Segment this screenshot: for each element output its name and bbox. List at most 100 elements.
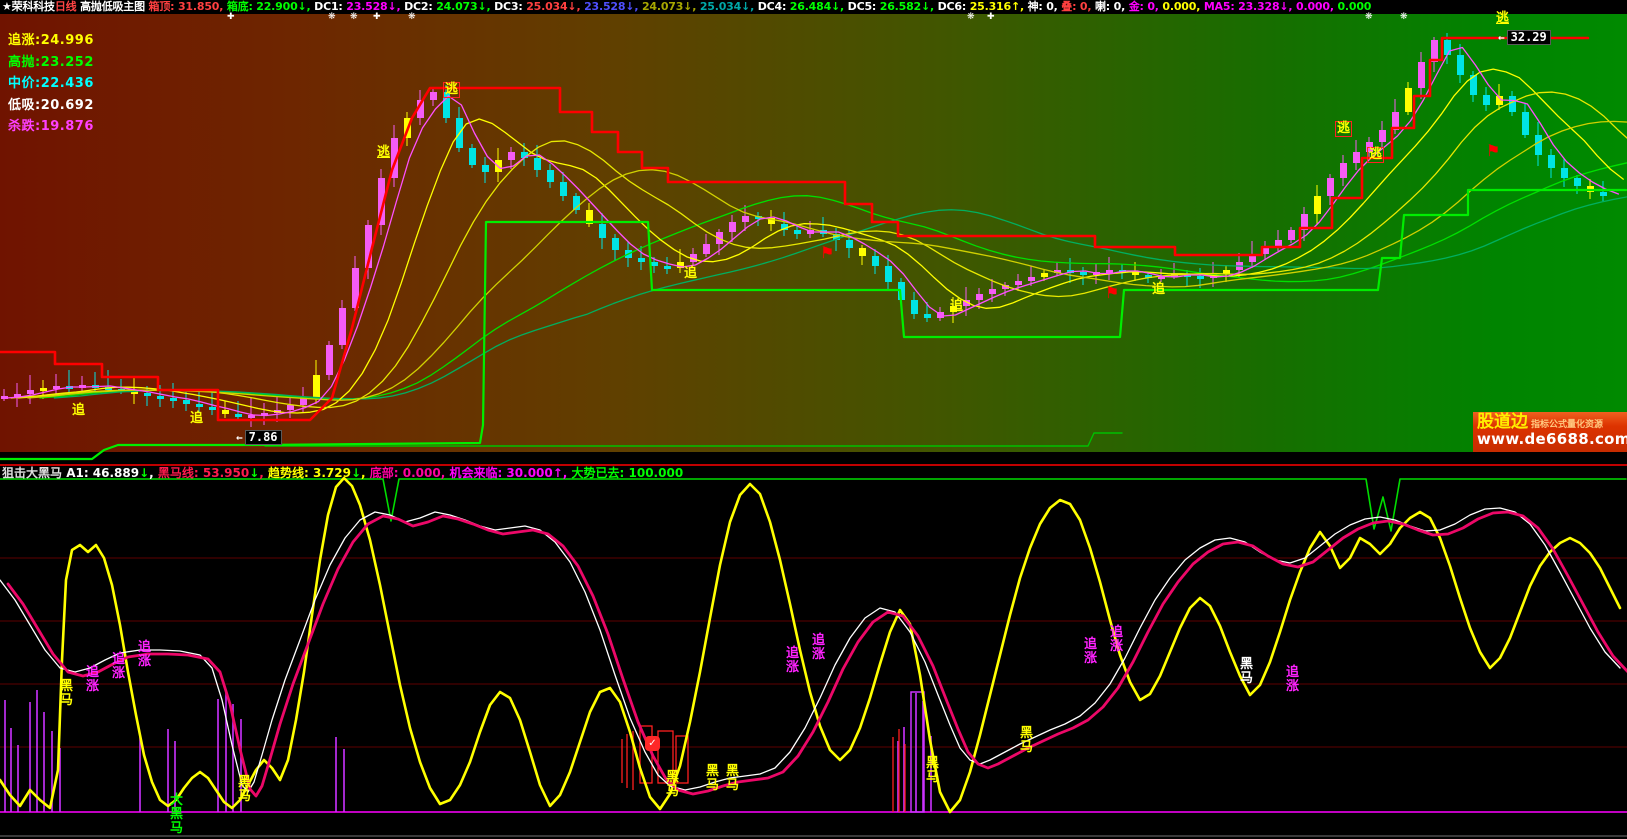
indicator-line-A1 [0,508,1620,792]
purple-bar-outline [911,692,924,812]
main-chart-background[interactable] [0,14,1627,452]
price-tag-arrow-icon: ← [1498,31,1505,44]
signal-cross-icon: ❋ [350,13,358,22]
check-badge-icon: ✓ [645,736,660,751]
red-signal-rect [640,726,652,783]
flag-icon: ⚑ [1105,285,1119,301]
price-tag-value: 32.29 [1507,30,1551,45]
level-label: 杀跌:19.876 [8,116,94,138]
indicator-value-field: ↓ [139,466,149,480]
level-label: 高抛:23.252 [8,52,94,74]
watermark-brand: 股道边 [1477,413,1528,431]
statusbar-field: 金: 0, [1129,0,1163,13]
chase-up-label: 追涨 [86,666,99,694]
chase-marker: 追 [1152,283,1165,297]
indicator-value-field: 大势已去: 100.000 [572,466,684,480]
statusbar-field: 箱底: 22.900↓, [227,0,314,13]
statusbar-field: 箱顶: 31.850, [149,0,227,13]
dark-horse-label: 黑马 [60,680,73,708]
signal-cross-icon: ✚ [987,13,995,22]
watermark: 股道边 指标公式量化资源 www.de6688.com [1473,412,1627,452]
status-bar: ★荣科科技日线 高抛低吸主图 箱顶: 31.850, 箱底: 22.900↓, … [2,0,1627,14]
statusbar-field: ★荣科科技 [2,0,55,13]
statusbar-field: 25.034↓, [526,0,584,13]
dark-horse-label: 黑马 [666,771,679,799]
dark-horse-label: 黑马 [238,776,251,804]
price-tag: ←32.29 [1498,30,1551,45]
price-tag-arrow-icon: ← [236,431,243,444]
statusbar-field: DC1: [314,0,346,13]
watermark-url: www.de6688.com [1477,431,1627,448]
trading-terminal: { "top_bar": {"segments": [ {"t":"★荣科科技"… [0,0,1627,839]
statusbar-field: 叠: 0, [1061,0,1095,13]
statusbar-field: DC2: [404,0,436,13]
statusbar-field: 神: 0, [1028,0,1062,13]
indicator-value-field: 狙击大黑马 [2,466,66,480]
indicator-value-field: ↓ [351,466,361,480]
statusbar-field: 0.000, [1296,0,1337,13]
statusbar-field: 26.484↓, [790,0,848,13]
signal-cross-icon: ❋ [1365,13,1373,22]
statusbar-field: 高抛低吸主图 [80,0,148,13]
indicator-value-field: , [149,466,158,480]
signal-cross-icon: ✚ [227,13,235,22]
watermark-tagline: 指标公式量化资源 [1531,417,1603,430]
dark-horse-label: 大黑马 [170,794,183,836]
chase-marker: 追 [950,300,963,314]
statusbar-field: 0.000 [1337,0,1371,13]
signal-cross-icon: ❋ [408,13,416,22]
chase-up-label: 追涨 [1084,638,1097,666]
statusbar-field: 23.528↓, [346,0,404,13]
indicator-value-field: 底部: 0.000, [370,466,450,480]
indicator-value-field: , [259,466,268,480]
statusbar-field: 25.316↑, [970,0,1028,13]
chase-up-label: 追涨 [786,647,799,675]
indicator-level-labels: 追涨:24.996高抛:23.252中价:22.436低吸:20.692杀跌:1… [8,30,94,138]
level-label: 追涨:24.996 [8,30,94,52]
chase-up-label: 追涨 [138,641,151,669]
escape-marker: 逃 [443,82,460,98]
dark-horse-label: 黑马 [926,757,939,785]
indicator-value-field: ↓ [249,466,259,480]
chase-up-label: 追涨 [812,634,825,662]
escape-marker: 逃 [1367,147,1384,163]
indicator-line-趋势线 [0,478,1620,812]
chase-marker: 追 [72,404,85,418]
escape-marker: 逃 [1496,12,1509,26]
dark-horse-label: 黑马 [1020,727,1033,755]
level-label: 中价:22.436 [8,73,94,95]
chase-marker: 追 [190,412,203,426]
flag-icon: ⚑ [820,245,834,261]
dark-horse-label: 黑马 [706,765,719,793]
statusbar-field: MA5: 23.328↓, [1204,0,1296,13]
statusbar-field: 25.034↓, [700,0,758,13]
statusbar-field: DC5: [848,0,880,13]
indicator-value-field: 趋势线: 3.729 [268,466,351,480]
level-label: 低吸:20.692 [8,95,94,117]
statusbar-field: 日线 [55,0,80,13]
escape-marker: 逃 [1335,121,1352,137]
escape-marker: 逃 [377,146,390,160]
signal-cross-icon: ❋ [1400,13,1408,22]
chase-up-label: 追涨 [1286,666,1299,694]
indicator-value-field: 黑马线: 53.950 [158,466,249,480]
price-tag: ←7.86 [236,430,282,445]
statusbar-field: DC4: [758,0,790,13]
statusbar-field: 24.073↓, [436,0,494,13]
chase-marker: 追 [684,267,697,281]
signal-cross-icon: ❋ [967,13,975,22]
statusbar-field: 喇: 0, [1095,0,1129,13]
indicator-value-field: A1: 46.889 [66,466,139,480]
indicator-value-field: , [361,466,370,480]
statusbar-field: 26.582↓, [880,0,938,13]
signal-cross-icon: ✚ [373,13,381,22]
price-tag-value: 7.86 [245,430,282,445]
statusbar-field: 24.073↓, [642,0,700,13]
indicator-line-大势已去 [0,479,1626,531]
statusbar-field: 0.000, [1162,0,1203,13]
sub-indicator-header: 狙击大黑马 A1: 46.889↓, 黑马线: 53.950↓, 趋势线: 3.… [2,467,683,480]
dark-horse-label: 黑马 [1240,658,1253,686]
chase-up-label: 追涨 [1110,626,1123,654]
statusbar-field: DC6: [938,0,970,13]
signal-cross-icon: ❋ [328,13,336,22]
